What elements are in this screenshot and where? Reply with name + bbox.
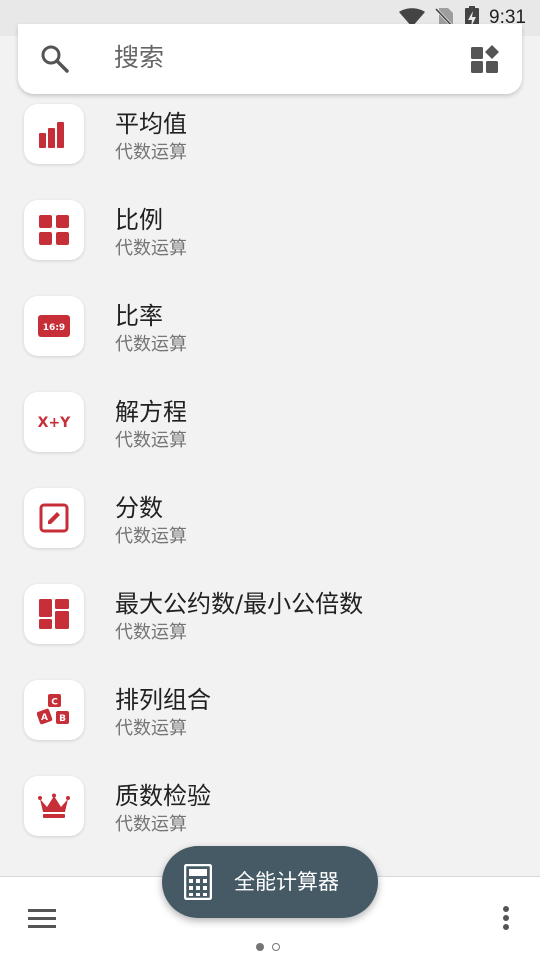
- block-letter-b: B: [59, 714, 66, 724]
- block-letter-a: A: [41, 713, 48, 723]
- list-item-solve-equation[interactable]: X+Y 解方程 代数运算: [0, 392, 540, 488]
- crown-icon: [38, 793, 70, 818]
- more-vert-icon[interactable]: [502, 905, 510, 931]
- item-subtitle: 代数运算: [115, 526, 187, 547]
- page-dot-active: [256, 943, 264, 951]
- tile: [24, 584, 84, 644]
- item-title: 分数: [115, 494, 163, 522]
- tile: [24, 776, 84, 836]
- page-indicator: [256, 943, 280, 951]
- calculator-icon: [184, 864, 212, 900]
- aspect-ratio-icon: 16:9: [38, 315, 70, 337]
- item-title: 质数检验: [115, 782, 211, 810]
- search-icon[interactable]: [40, 44, 70, 74]
- item-subtitle: 代数运算: [115, 238, 187, 259]
- item-subtitle: 代数运算: [115, 430, 187, 451]
- block-letter-c: C: [51, 698, 58, 708]
- all-in-one-calculator-button[interactable]: 全能计算器: [162, 846, 378, 918]
- item-subtitle: 代数运算: [115, 142, 187, 163]
- item-title: 解方程: [115, 398, 187, 426]
- list-item-proportion[interactable]: 比例 代数运算: [0, 200, 540, 296]
- item-title: 排列组合: [115, 686, 211, 714]
- list-item-permutation[interactable]: C A B 排列组合 代数运算: [0, 680, 540, 776]
- item-title: 最大公约数/最小公倍数: [115, 590, 364, 618]
- page-dot[interactable]: [272, 943, 280, 951]
- tile: [24, 200, 84, 260]
- tile: [24, 488, 84, 548]
- dashboard-icon: [39, 599, 69, 629]
- item-title: 比率: [115, 302, 163, 330]
- list-item-ratio[interactable]: 16:9 比率 代数运算: [0, 296, 540, 392]
- abc-blocks-icon: C A B: [37, 694, 69, 725]
- edit-box-icon: [39, 503, 69, 533]
- list-item-fraction[interactable]: 分数 代数运算: [0, 488, 540, 584]
- tile: 16:9: [24, 296, 84, 356]
- item-title: 平均值: [115, 110, 187, 138]
- list-item-gcd-lcm[interactable]: 最大公约数/最小公倍数 代数运算: [0, 584, 540, 680]
- item-subtitle: 代数运算: [115, 718, 187, 739]
- ratio-icon-text: 16:9: [43, 323, 65, 333]
- search-input[interactable]: 搜索: [114, 42, 164, 74]
- tile: C A B: [24, 680, 84, 740]
- equation-icon-text: X+Y: [38, 415, 71, 431]
- search-bar[interactable]: 搜索: [18, 24, 522, 94]
- menu-icon[interactable]: [28, 907, 56, 929]
- bar-chart-icon: [39, 122, 64, 148]
- equation-icon: X+Y: [38, 415, 71, 431]
- tile: X+Y: [24, 392, 84, 452]
- widgets-icon[interactable]: [470, 44, 500, 74]
- tile: [24, 104, 84, 164]
- list-item-average[interactable]: 平均值 代数运算: [0, 104, 540, 200]
- four-squares-icon: [39, 215, 69, 245]
- fab-label: 全能计算器: [234, 870, 339, 894]
- item-subtitle: 代数运算: [115, 334, 187, 355]
- calculator-list: 平均值 代数运算 比例 代数运算 16:9 比率 代数运算 X+Y 解方程 代数…: [0, 104, 540, 872]
- item-title: 比例: [115, 206, 163, 234]
- item-subtitle: 代数运算: [115, 622, 187, 643]
- item-subtitle: 代数运算: [115, 814, 187, 835]
